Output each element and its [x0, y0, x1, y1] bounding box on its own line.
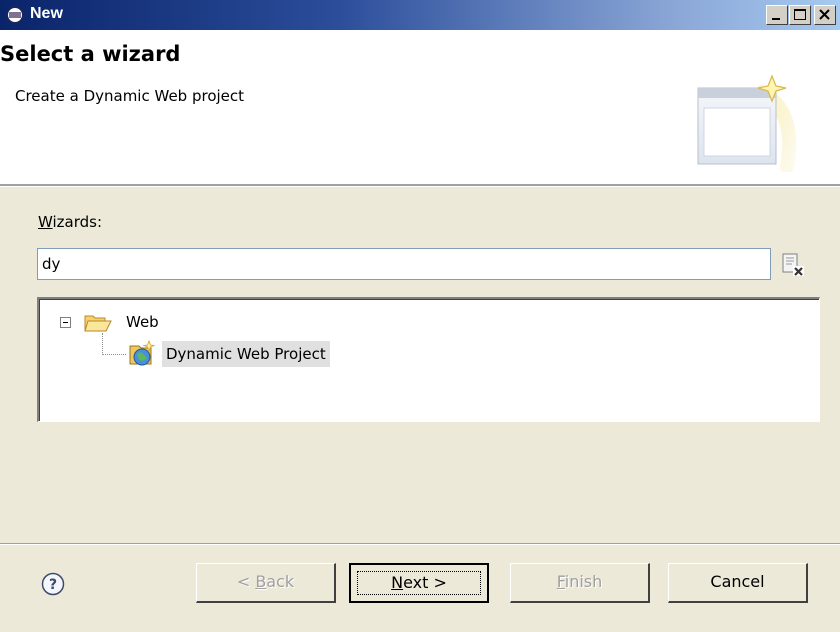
close-icon — [819, 9, 830, 20]
eclipse-icon — [7, 7, 23, 23]
finish-button[interactable]: Finish — [510, 563, 650, 603]
wizard-tree-content: Web Dynamic Web Project — [39, 299, 819, 421]
window-title: New — [30, 5, 63, 22]
dynamic-web-project-icon — [129, 340, 156, 366]
back-button-rest: ack — [266, 572, 295, 591]
help-icon[interactable]: ? — [41, 572, 65, 596]
title-bar[interactable]: New — [0, 0, 840, 30]
wizard-filter-input[interactable] — [37, 248, 771, 280]
wizards-label-rest: izards: — [52, 213, 103, 231]
focus-ring — [357, 571, 481, 595]
maximize-icon — [794, 9, 806, 20]
page-title: Select a wizard — [0, 42, 181, 66]
wizard-tree[interactable]: Web Dynamic Web Project — [37, 297, 820, 422]
tree-item-web[interactable]: Web — [126, 313, 159, 331]
collapse-toggle-icon[interactable] — [60, 317, 71, 328]
page-description: Create a Dynamic Web project — [15, 87, 245, 105]
back-button-prefix: < — [236, 572, 256, 591]
new-wizard-banner-icon — [697, 74, 797, 172]
finish-button-rest: inish — [564, 572, 603, 591]
back-button[interactable]: < Back — [196, 563, 336, 603]
back-button-mnemonic: B — [255, 572, 267, 591]
cancel-button[interactable]: Cancel — [668, 563, 808, 603]
svg-text:?: ? — [49, 577, 57, 593]
tree-connector — [102, 333, 104, 355]
footer-separator — [0, 543, 840, 545]
header-separator — [0, 184, 840, 187]
new-wizard-dialog: New Select a wizard Create a Dynamic Web… — [0, 0, 840, 632]
wizards-label-mnemonic: W — [38, 213, 53, 231]
maximize-button[interactable] — [789, 5, 811, 25]
finish-button-mnemonic: F — [556, 572, 565, 591]
clear-filter-icon[interactable] — [780, 252, 806, 278]
minimize-icon — [772, 18, 780, 20]
next-button[interactable]: Next > — [349, 563, 489, 603]
tree-connector — [102, 354, 126, 356]
folder-open-icon — [84, 315, 112, 332]
tree-item-dynamic-web-project[interactable]: Dynamic Web Project — [162, 341, 330, 367]
wizards-label: Wizards: — [38, 213, 102, 231]
close-button[interactable] — [814, 5, 836, 25]
minimize-button[interactable] — [766, 5, 788, 25]
